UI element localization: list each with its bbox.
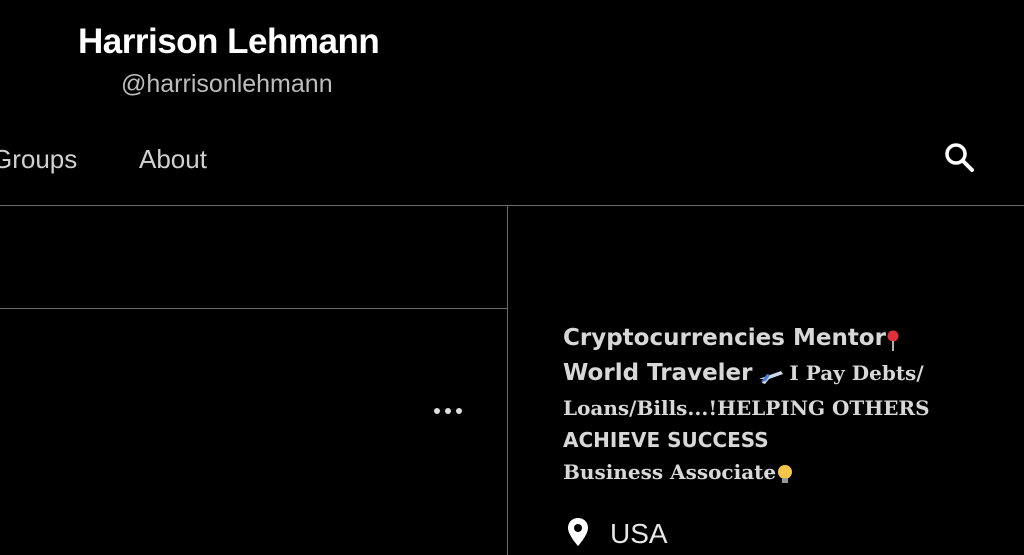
tab-about[interactable]: About [139, 144, 207, 175]
bio-line-4: ACHIEVE SUCCESS [563, 428, 769, 452]
more-options-button[interactable] [430, 398, 466, 424]
tab-groups[interactable]: Groups [0, 144, 77, 175]
lightbulb-icon [778, 464, 793, 483]
airplane-icon [758, 370, 783, 384]
profile-name: Harrison Lehmann [78, 22, 380, 61]
search-icon [945, 143, 974, 172]
pin-icon [887, 330, 899, 351]
bio-line-1: Cryptocurrencies Mentor [563, 322, 983, 357]
bio-line-2: World Traveler I Pay Debts/ [563, 360, 924, 386]
search-button[interactable] [940, 138, 980, 178]
nav-divider [0, 205, 1024, 206]
column-divider [507, 205, 508, 555]
more-options-icon [434, 408, 462, 414]
bio-line-5: Business Associate [563, 456, 983, 491]
profile-bio: Cryptocurrencies Mentor World Traveler I… [563, 322, 983, 491]
bio-line-3: Loans/Bills...!HELPING OTHERS [563, 396, 930, 420]
location-pin-icon [568, 518, 588, 546]
profile-handle: @harrisonlehmann [121, 70, 333, 98]
location-text: USA [610, 518, 668, 549]
card-divider [0, 308, 507, 309]
